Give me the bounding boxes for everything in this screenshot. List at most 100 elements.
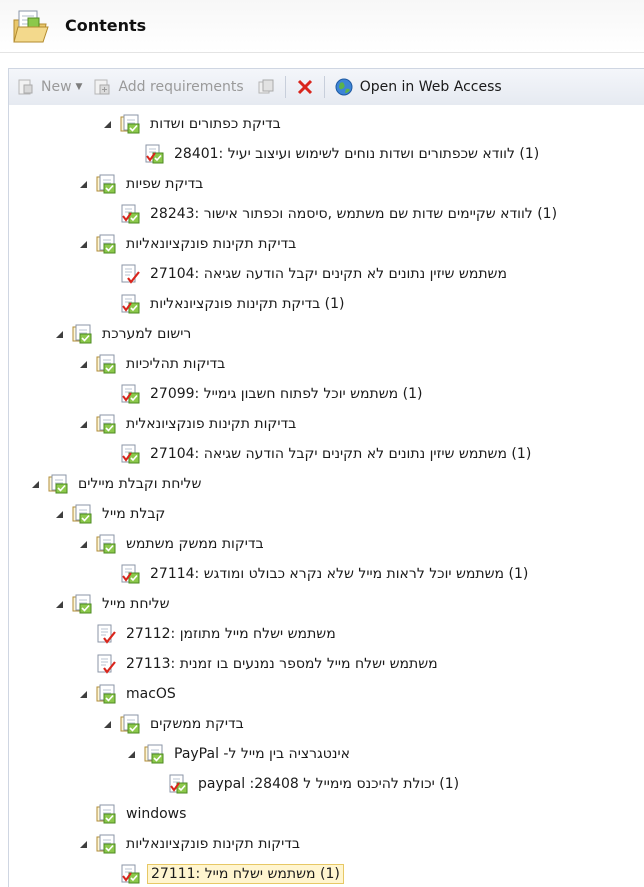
test-case-icon	[97, 654, 116, 674]
tree-node-label: (1) משתמש שיזין נתונים לא תקינים יקבל הו…	[150, 446, 532, 462]
tree-node[interactable]: (1) משתמש יוכל לראות מייל שלא נקרא כבולט…	[101, 562, 531, 586]
expand-collapse-icon[interactable]	[53, 328, 65, 340]
tree-node-label: windows	[126, 806, 187, 822]
tree-node[interactable]: שליחת וקבלת מיילים	[29, 472, 204, 496]
tree-node[interactable]: אינטגרציה בין מייל ל- PayPal	[125, 742, 353, 766]
toolbar-separator	[323, 76, 325, 98]
test-suite-icon	[96, 414, 116, 434]
tree-node[interactable]: רישום למערכת	[53, 322, 194, 346]
requirement-suite-icon	[121, 384, 140, 404]
tree-node-label: משתמש ישלח מייל מתוזמן :27112	[126, 626, 336, 642]
add-requirements-icon	[94, 79, 110, 95]
expand-collapse-icon[interactable]	[53, 508, 65, 520]
tree-node[interactable]: (1) משתמש ישלח מייל :27111	[101, 862, 344, 886]
tree-node[interactable]: שליחת מייל	[53, 592, 173, 616]
tree-node[interactable]: בדיקת שפיות	[77, 172, 206, 196]
tree-node[interactable]: משתמש ישלח מייל למספר נמנעים בו זמנית :2…	[77, 652, 441, 676]
tree-node[interactable]: בדיקות תקינות פונקציונאלית	[77, 412, 299, 436]
tree-node-label: בדיקות ממשק משתמש	[126, 536, 264, 552]
expand-collapse-icon[interactable]	[29, 478, 41, 490]
expand-collapse-icon[interactable]	[77, 358, 89, 370]
tree-node-label: רישום למערכת	[102, 326, 192, 342]
requirement-suite-icon	[121, 204, 140, 224]
tree-node[interactable]: בדיקות ממשק משתמש	[77, 532, 267, 556]
toolbar: New ▼ Add requirements Open in Web Acces…	[8, 68, 644, 106]
expand-collapse-icon[interactable]	[77, 178, 89, 190]
expand-collapse-icon[interactable]	[77, 688, 89, 700]
tree-node-label: בדיקות תקינות פונקציונאליות	[126, 836, 301, 852]
test-suite-icon	[72, 504, 92, 524]
tree-node[interactable]: (1) משתמש יוכל לפתוח חשבון גימייל :27099	[101, 382, 425, 406]
requirement-suite-icon	[121, 864, 140, 884]
tree-node[interactable]: (1) לוודא שקיימים שדות שם משתמש ,סיסמה ו…	[101, 202, 560, 226]
new-item-icon	[18, 79, 33, 95]
tree-node[interactable]: (1) משתמש שיזין נתונים לא תקינים יקבל הו…	[101, 442, 534, 466]
tree-node[interactable]: משתמש ישלח מייל מתוזמן :27112	[77, 622, 339, 646]
header-bar: Contents	[0, 0, 644, 53]
requirement-suite-icon	[169, 774, 188, 794]
test-suite-icon	[96, 174, 116, 194]
tree-node[interactable]: בדיקת תקינות פונקציונאליות	[77, 232, 299, 256]
delete-icon	[297, 79, 312, 95]
tree-node-label: macOS	[126, 686, 176, 702]
expand-collapse-icon[interactable]	[101, 118, 113, 130]
expand-collapse-icon[interactable]	[101, 718, 113, 730]
expand-collapse-icon[interactable]	[77, 418, 89, 430]
test-suite-icon	[120, 114, 140, 134]
expand-collapse-icon[interactable]	[53, 598, 65, 610]
test-suite-icon	[120, 714, 140, 734]
tree-node[interactable]: בדיקות תקינות פונקציונאליות	[77, 832, 303, 856]
expand-collapse-icon[interactable]	[125, 748, 137, 760]
expand-collapse-icon[interactable]	[77, 238, 89, 250]
tree-node[interactable]: משתמש שיזין נתונים לא תקינים יקבל הודעה …	[101, 262, 510, 286]
tree-node-label: (1) לוודא שקיימים שדות שם משתמש ,סיסמה ו…	[150, 206, 558, 222]
new-button[interactable]: New	[9, 73, 78, 101]
tree-node[interactable]: בדיקת ממשקים	[101, 712, 247, 736]
tree-node[interactable]: קבלת מייל	[53, 502, 168, 526]
open-in-web-access-label: Open in Web Access	[359, 79, 502, 95]
expand-collapse-icon[interactable]	[77, 838, 89, 850]
expand-collapse-icon[interactable]	[77, 538, 89, 550]
copy-icon	[258, 79, 274, 94]
test-suite-icon	[144, 744, 164, 764]
test-suite-icon	[72, 594, 92, 614]
copy-button[interactable]	[250, 73, 282, 101]
tree-node[interactable]: windows	[77, 802, 189, 826]
tree-node[interactable]: macOS	[77, 682, 179, 706]
new-dropdown-chevron-icon[interactable]: ▼	[76, 82, 83, 92]
test-case-icon	[97, 624, 116, 644]
open-in-web-access-button[interactable]: Open in Web Access	[328, 73, 508, 101]
tree-node[interactable]: (1) לוודא שכפתורים ושדות נוחים לשימוש וע…	[125, 142, 542, 166]
tree-node[interactable]: (1) יכולת להיכנס מימייל ל paypal :28408	[149, 772, 462, 796]
tree-node-label: בדיקות תהליכיות	[126, 356, 226, 372]
tree-node-label: (1) יכולת להיכנס מימייל ל paypal :28408	[198, 776, 460, 792]
tree-node-label: בדיקת תקינות פונקציונאליות	[126, 236, 297, 252]
add-requirements-button[interactable]: Add requirements	[86, 73, 249, 101]
tree-node-label: בדיקת ממשקים	[150, 716, 244, 732]
tree-node[interactable]: (1) בדיקת תקינות פונקציונאליות	[101, 292, 348, 316]
tree-node-label: בדיקת שפיות	[126, 176, 204, 192]
tree-node[interactable]: בדיקות תהליכיות	[77, 352, 228, 376]
tree-node-label: בדיקת כפתורים ושדות	[150, 116, 281, 132]
tree-node-label: (1) בדיקת תקינות פונקציונאליות	[150, 296, 345, 312]
delete-button[interactable]	[289, 73, 321, 101]
requirement-suite-icon	[145, 144, 164, 164]
tree-node-label: שליחת מייל	[102, 596, 170, 612]
tree-node-label: קבלת מייל	[102, 506, 166, 522]
test-suite-icon	[96, 684, 116, 704]
folder-document-icon	[13, 10, 49, 43]
add-requirements-label: Add requirements	[118, 79, 244, 95]
tree-node[interactable]: בדיקת כפתורים ושדות	[101, 112, 284, 136]
page-title: Contents	[65, 16, 147, 35]
test-suite-icon	[96, 834, 116, 854]
